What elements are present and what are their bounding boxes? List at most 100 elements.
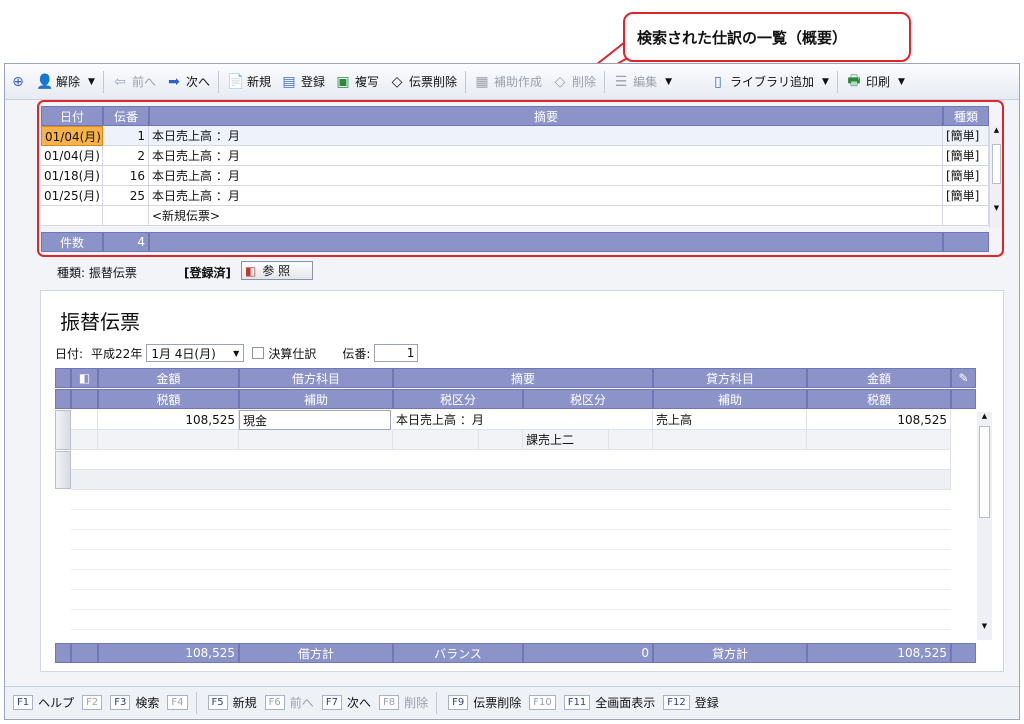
footer-blank [55, 643, 71, 663]
toolbar-separator [102, 70, 104, 93]
library-add-button[interactable]: ▯ ライブラリ追加 ▼ [705, 70, 834, 94]
fkey-separator [195, 691, 197, 714]
fkey-f5[interactable]: F5 新規 [207, 694, 257, 711]
credit-account-cell[interactable]: 売上高 [653, 410, 807, 430]
era-label: 平成22年 [91, 346, 143, 361]
closing-checkbox[interactable] [252, 347, 265, 359]
expand-button[interactable]: ⊕ [5, 70, 31, 94]
scroll-up-icon[interactable]: ▲ [977, 412, 992, 420]
column-settings-icon[interactable]: ◧ [71, 368, 98, 388]
new-document-icon: 📄 [226, 73, 245, 90]
fkey-badge: F10 [529, 695, 556, 710]
unlock-label: 解除 [56, 75, 81, 89]
edit-menu-button[interactable]: ☰ 編集 ▼ [608, 70, 677, 94]
header-tax-class-credit: 税区分 [523, 389, 653, 409]
toolbar: ⊕ 👤 解除 ▼ ⇦ 前へ ➡ 次へ 📄 新規 ▤ 登録 ▣ 複写 ◇ 伝票削除 ▦ 補助作成 ◇… [5, 64, 1019, 100]
tax-class-credit-cell[interactable]: 課売上二 [523, 430, 609, 450]
reference-button[interactable]: ◧ 参 照 [241, 261, 313, 280]
fkey-f8[interactable]: F8 削除 [378, 694, 429, 711]
next-label: 次へ [185, 75, 210, 89]
credit-tax-cell[interactable] [807, 430, 951, 450]
library-icon: ▯ [714, 73, 722, 90]
closing-label: 決算仕訳 [268, 346, 317, 361]
fkey-f2[interactable]: F2 [82, 695, 103, 710]
new-label: 新規 [246, 75, 271, 89]
library-add-label: ライブラリ追加 [730, 75, 815, 89]
fkey-separator [436, 691, 438, 714]
fkey-f7[interactable]: F7 次へ [321, 694, 371, 711]
register-button[interactable]: ▤ 登録 [276, 70, 330, 94]
fkey-f11[interactable]: F11 全画面表示 [563, 694, 655, 711]
registered-status: [登録済] [184, 266, 231, 280]
row-selector[interactable] [55, 410, 71, 450]
slip-type-text: 種類: 振替伝票 [57, 266, 137, 280]
next-button[interactable]: ➡ 次へ [161, 70, 215, 94]
delete-button[interactable]: ◇ 削除 [547, 70, 601, 94]
fkey-label: 次へ [346, 696, 371, 710]
unlock-button[interactable]: 👤 解除 ▼ [31, 70, 100, 94]
fkey-f3[interactable]: F3 検索 [110, 694, 159, 711]
fkey-f6[interactable]: F6 前へ [264, 694, 314, 711]
debit-aux-cell[interactable] [239, 430, 393, 450]
chevron-down-icon: ▼ [233, 348, 240, 358]
new-button[interactable]: 📄 新規 [222, 70, 276, 94]
footer-blank [951, 643, 976, 663]
fkey-badge: F8 [378, 695, 400, 710]
slip-cell [609, 430, 653, 450]
edit-notes-icon[interactable]: ✎ [951, 368, 976, 388]
date-select[interactable]: 1月 4日(月) ▼ [146, 344, 245, 362]
header-tax-amount-credit: 税額 [807, 389, 951, 409]
debit-total-value: 108,525 [98, 643, 239, 663]
slip-row-empty[interactable] [71, 470, 951, 490]
header-tax-class: 税区分 [393, 389, 523, 409]
prev-button[interactable]: ⇦ 前へ [107, 70, 161, 94]
row-selector[interactable] [55, 451, 71, 489]
scroll-down-icon[interactable]: ▼ [977, 622, 992, 630]
credit-aux-cell[interactable] [653, 430, 807, 450]
slip-header-row: 日付: 平成22年 1月 4日(月) ▼ 決算仕訳 伝番: 1 [55, 344, 419, 362]
header-aux-credit: 補助 [653, 389, 807, 409]
header-credit-account: 貸方科目 [653, 368, 807, 388]
fkey-label: 検索 [135, 696, 160, 710]
slip-cell [71, 430, 98, 450]
delete-slip-button[interactable]: ◇ 伝票削除 [384, 70, 462, 94]
arrow-right-icon: ➡ [168, 73, 180, 90]
slip-num-label: 伝番: [342, 346, 371, 361]
credit-amount-cell[interactable]: 108,525 [807, 410, 951, 430]
fkey-badge: F12 [663, 695, 690, 710]
fkey-f9[interactable]: F9 伝票削除 [448, 694, 521, 711]
fkey-f1[interactable]: F1 ヘルプ [13, 694, 74, 711]
fkey-badge: F2 [82, 695, 103, 710]
aux-create-button[interactable]: ▦ 補助作成 [469, 70, 547, 94]
printer-icon: 🖶 [847, 72, 861, 89]
prev-label: 前へ [131, 75, 156, 89]
print-button[interactable]: 🖶 印刷 ▼ [841, 70, 910, 94]
plus-circle-icon: ⊕ [12, 73, 24, 90]
eraser-icon: ◇ [554, 73, 566, 90]
debit-tax-cell[interactable] [98, 430, 239, 450]
scroll-thumb[interactable] [979, 426, 990, 518]
debit-account-cell[interactable]: 現金 [239, 410, 391, 430]
fkey-badge: F7 [321, 695, 342, 710]
copy-button[interactable]: ▣ 複写 [330, 70, 384, 94]
edit-label: 編集 [633, 75, 658, 89]
date-label: 日付: [55, 346, 84, 361]
fkey-f4[interactable]: F4 [167, 695, 188, 710]
summary-cell[interactable]: 本日売上高 ：月 [393, 410, 653, 430]
aux-icon: ▦ [475, 73, 489, 90]
fkey-f12[interactable]: F12 登録 [663, 694, 719, 711]
chevron-down-icon: ▼ [897, 76, 905, 87]
slip-row-empty[interactable] [71, 450, 951, 470]
header-blank [71, 389, 98, 409]
slip-scrollbar[interactable]: ▲ ▼ [977, 412, 992, 640]
debit-amount-cell[interactable]: 108,525 [98, 410, 239, 430]
slip-num-input[interactable]: 1 [374, 344, 419, 362]
print-label: 印刷 [865, 75, 890, 89]
balance-value: 0 [523, 643, 653, 663]
fkey-label: 前へ [289, 696, 314, 710]
slip-cell [479, 430, 523, 450]
fkey-label: 削除 [404, 696, 429, 710]
fkey-f10[interactable]: F10 [529, 695, 556, 710]
chevron-down-icon[interactable]: ▼ [88, 77, 95, 87]
tax-class-cell[interactable] [393, 430, 479, 450]
